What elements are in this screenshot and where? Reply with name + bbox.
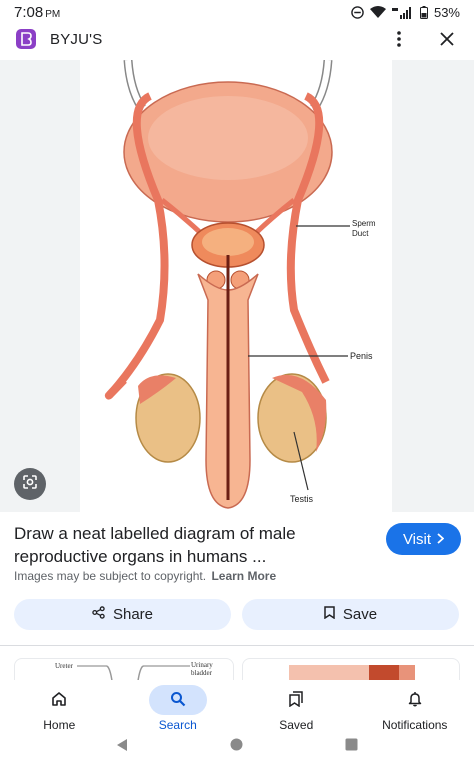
copyright-notice: Images may be subject to copyright. Lear… bbox=[14, 569, 276, 583]
image-preview[interactable]: Sperm Duct Penis Testis bbox=[0, 59, 474, 512]
bottom-navigation: Home Search Saved Notifications bbox=[0, 680, 474, 736]
app-header: BYJU'S bbox=[0, 24, 474, 54]
reproductive-diagram-image: Sperm Duct Penis Testis bbox=[80, 59, 392, 512]
label-sperm-duct-line2: Duct bbox=[352, 229, 369, 238]
google-lens-button[interactable] bbox=[14, 468, 46, 500]
nav-search-label: Search bbox=[158, 718, 197, 732]
status-icons: 53% bbox=[351, 5, 460, 20]
label-sperm-duct-line1: Sperm bbox=[352, 219, 376, 228]
nav-home[interactable]: Home bbox=[0, 680, 119, 736]
share-button[interactable]: Share bbox=[14, 599, 231, 630]
more-options-icon[interactable] bbox=[388, 28, 410, 50]
nav-saved[interactable]: Saved bbox=[237, 680, 356, 736]
thumb-label-bladder: bladder bbox=[191, 669, 213, 677]
home-circle-icon[interactable] bbox=[230, 738, 243, 756]
result-title[interactable]: Draw a neat labelled diagram of male rep… bbox=[14, 522, 364, 568]
learn-more-link[interactable]: Learn More bbox=[211, 569, 276, 583]
collections-icon bbox=[288, 690, 304, 710]
battery-level: 53% bbox=[433, 4, 460, 20]
byjus-logo-icon bbox=[16, 29, 36, 49]
nav-notifications-icon-wrap bbox=[386, 685, 444, 715]
wifi-icon bbox=[369, 5, 386, 19]
thumb-label-urinary: Urinary bbox=[191, 661, 213, 669]
save-button[interactable]: Save bbox=[242, 599, 459, 630]
battery-icon bbox=[419, 5, 428, 19]
lte-signal-icon bbox=[391, 6, 414, 19]
nav-notifications[interactable]: Notifications bbox=[356, 680, 474, 736]
nav-search-icon-wrap bbox=[148, 685, 207, 715]
thumb-label-ureter: Ureter bbox=[55, 662, 74, 670]
search-icon bbox=[170, 691, 186, 710]
copyright-text: Images may be subject to copyright. bbox=[14, 569, 207, 583]
nav-home-icon-wrap bbox=[30, 685, 88, 715]
back-icon[interactable] bbox=[116, 738, 128, 757]
nav-notifications-label: Notifications bbox=[382, 718, 448, 732]
status-bar: 7:08 PM 53% bbox=[0, 0, 474, 24]
section-divider bbox=[0, 645, 474, 646]
label-penis: Penis bbox=[350, 351, 373, 361]
dnd-icon bbox=[351, 5, 364, 19]
nav-saved-icon-wrap bbox=[267, 685, 325, 715]
close-icon[interactable] bbox=[436, 28, 458, 50]
label-testis: Testis bbox=[290, 494, 314, 504]
visit-label: Visit bbox=[402, 530, 432, 548]
bookmark-icon bbox=[324, 606, 335, 623]
bell-icon bbox=[407, 691, 423, 710]
status-time: 7:08 PM bbox=[14, 3, 61, 21]
lens-icon bbox=[22, 474, 38, 495]
visit-button[interactable]: Visit bbox=[386, 523, 461, 555]
share-label: Share bbox=[112, 606, 154, 623]
save-label: Save bbox=[342, 606, 378, 623]
system-navigation-bar bbox=[0, 736, 474, 758]
nav-search[interactable]: Search bbox=[119, 680, 238, 736]
recents-icon[interactable] bbox=[345, 738, 358, 756]
app-title: BYJU'S bbox=[50, 30, 103, 48]
nav-saved-label: Saved bbox=[279, 718, 314, 732]
home-icon bbox=[51, 691, 67, 710]
nav-home-label: Home bbox=[43, 718, 76, 732]
share-icon bbox=[92, 606, 105, 623]
chevron-right-icon bbox=[437, 531, 445, 548]
